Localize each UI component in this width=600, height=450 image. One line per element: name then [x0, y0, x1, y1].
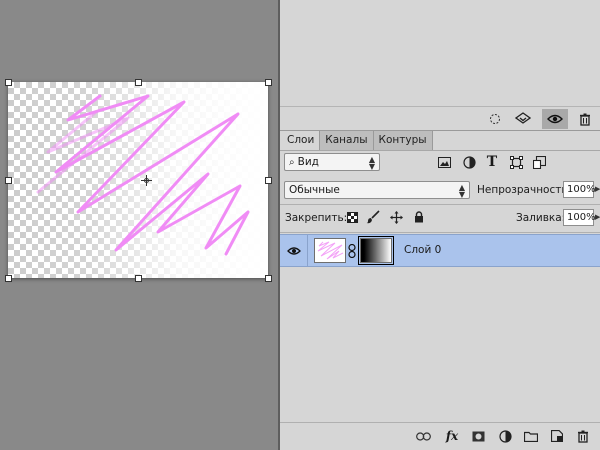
layers-bottom-bar: fx [280, 422, 600, 450]
selection-marquee-icon[interactable] [482, 109, 508, 129]
panel-icon-strip [280, 106, 600, 130]
transform-handle-bottom-left[interactable] [5, 275, 12, 282]
lock-all-icon[interactable] [412, 210, 426, 224]
lock-position-icon[interactable] [389, 210, 403, 224]
blend-mode-value: Обычные [289, 184, 340, 196]
layers-panel: Слои Каналы Контуры ⌕ Вид ▲ ▼ T Обычные ▲ ▼… [280, 130, 600, 450]
layer-name[interactable]: Слой 0 [404, 244, 441, 256]
link-layers-icon[interactable] [414, 428, 432, 444]
layer-mask-thumbnail[interactable] [358, 236, 394, 265]
layer-row[interactable]: Слой 0 [280, 234, 600, 267]
shape-icon[interactable] [508, 154, 524, 170]
transform-handle-top-left[interactable] [5, 79, 12, 86]
updown-arrow-icon: ▲ ▼ [368, 155, 375, 171]
tab-paths[interactable]: Контуры [373, 131, 433, 150]
tab-layers[interactable]: Слои [282, 131, 321, 150]
tabs-underline [280, 150, 600, 151]
transform-handle-bottom-center[interactable] [135, 275, 142, 282]
document-canvas[interactable] [8, 82, 268, 278]
adjustment-layer-icon[interactable] [496, 428, 514, 444]
layer-filter-value: Вид [297, 156, 319, 168]
eye-icon [286, 246, 301, 255]
add-mask-icon[interactable] [469, 428, 487, 444]
fx-icon[interactable]: fx [443, 428, 461, 444]
layer-filter-select[interactable]: ⌕ Вид ▲ ▼ [284, 153, 380, 171]
fill-input[interactable]: 100% [563, 209, 596, 226]
updown-arrow-icon: ▲ ▼ [458, 183, 465, 199]
lock-transparent-icon[interactable] [345, 210, 359, 224]
pink-scribble-strokes [36, 94, 250, 256]
layer-stack-icon[interactable] [510, 109, 536, 129]
transform-handle-top-right[interactable] [265, 79, 272, 86]
tab-channels[interactable]: Каналы [320, 131, 374, 150]
trash-icon[interactable] [572, 109, 598, 129]
adjustment-icon[interactable] [461, 154, 477, 170]
opacity-input[interactable]: 100% [563, 181, 596, 198]
separator [280, 204, 600, 205]
lock-paint-icon[interactable] [366, 210, 380, 224]
group-icon[interactable] [522, 428, 540, 444]
upper-panel-area [280, 0, 600, 106]
mask-link-icon[interactable] [348, 243, 356, 261]
separator [280, 232, 600, 233]
eye-toggle-icon[interactable] [542, 109, 568, 129]
image-icon[interactable] [436, 154, 452, 170]
panel-tabs: Слои Каналы Контуры [282, 131, 433, 150]
transform-handle-middle-right[interactable] [265, 177, 272, 184]
layer-visibility-toggle[interactable] [280, 235, 308, 266]
smart-object-icon[interactable] [531, 154, 547, 170]
opacity-dropdown-icon[interactable]: ▶ [595, 185, 600, 193]
fill-label: Заливка: [516, 212, 566, 224]
transform-handle-middle-left[interactable] [5, 177, 12, 184]
transform-handle-top-center[interactable] [135, 79, 142, 86]
transform-center-icon[interactable] [141, 175, 152, 186]
layer-thumbnail[interactable] [314, 238, 346, 263]
document-workspace[interactable] [0, 0, 278, 450]
transform-handle-bottom-right[interactable] [265, 275, 272, 282]
blend-mode-select[interactable]: Обычные ▲ ▼ [284, 181, 470, 199]
lock-label: Закрепить: [285, 212, 348, 224]
opacity-label: Непрозрачность: [477, 184, 572, 196]
delete-icon[interactable] [574, 428, 592, 444]
fill-dropdown-icon[interactable]: ▶ [595, 213, 600, 221]
type-icon[interactable]: T [484, 154, 500, 170]
search-icon: ⌕ [289, 157, 295, 168]
new-layer-icon[interactable] [548, 428, 566, 444]
